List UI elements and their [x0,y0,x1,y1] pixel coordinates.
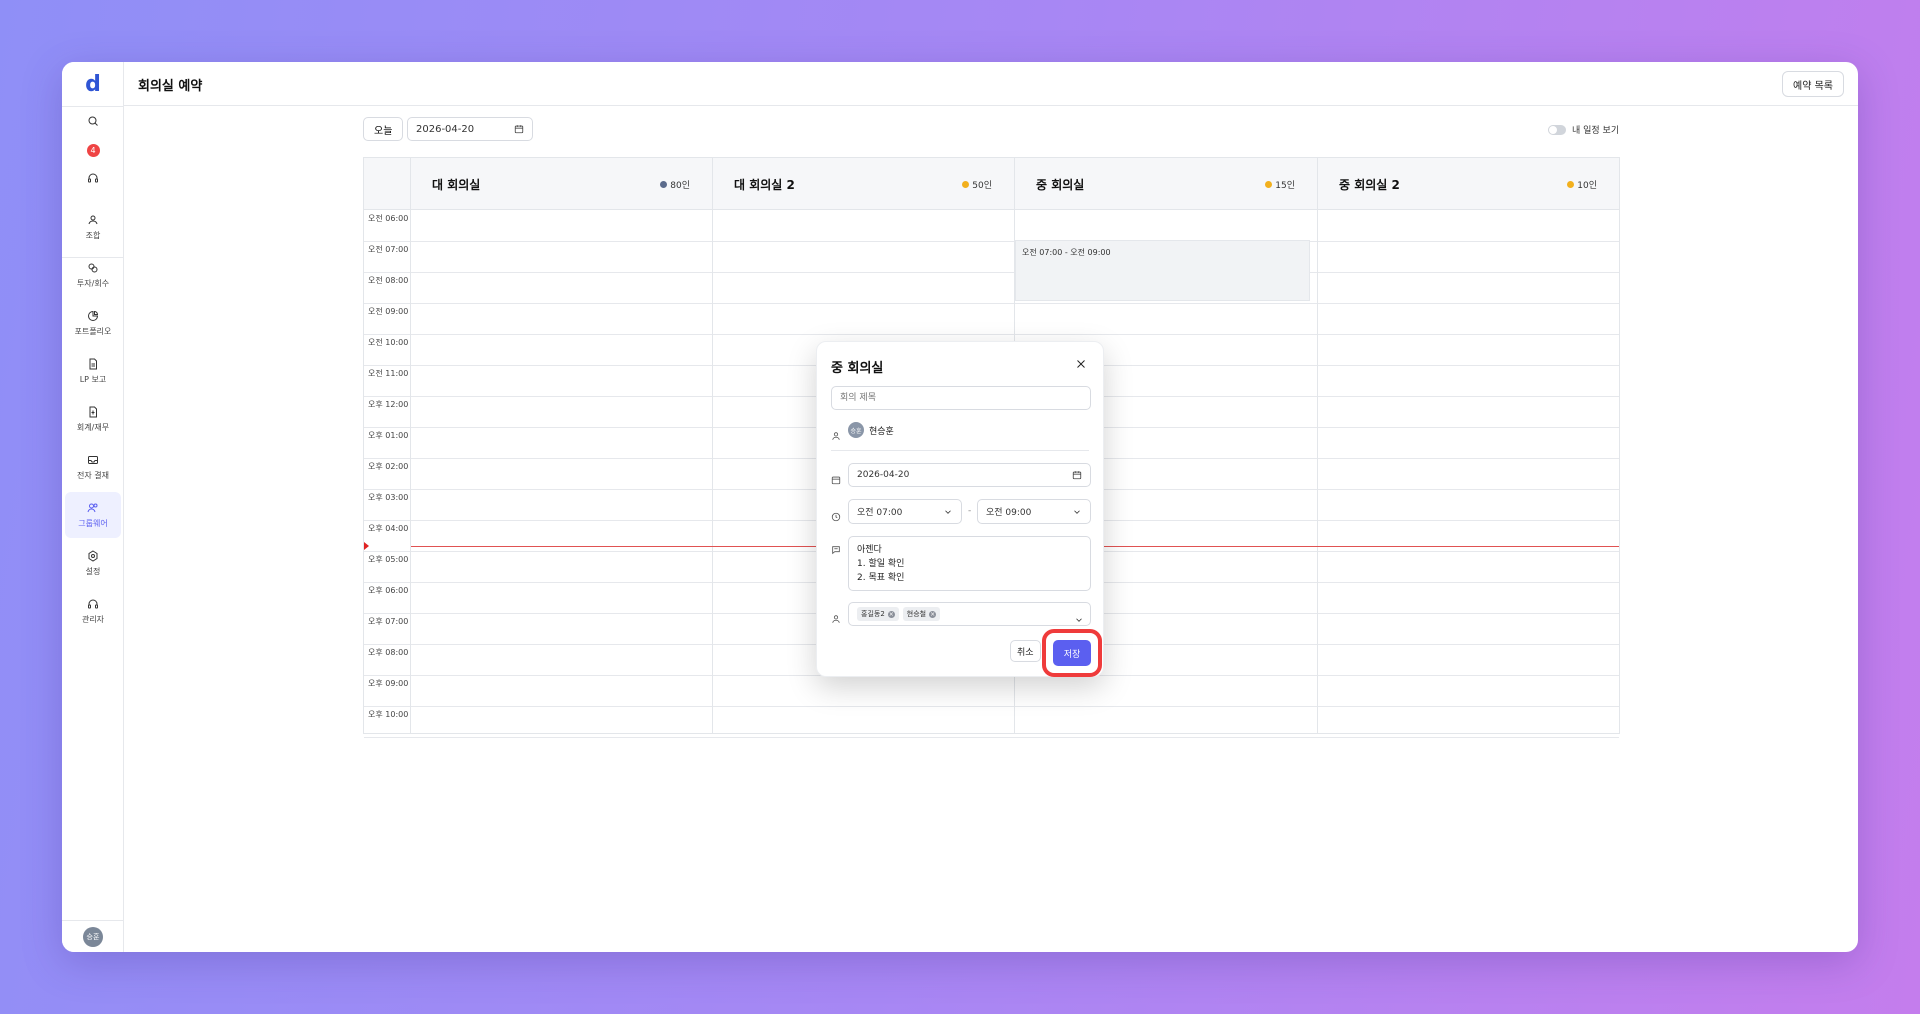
time-label: 오전 11:00 [368,369,409,378]
current-time-marker [364,542,369,550]
attendees-select[interactable]: 홍길동2 × 현승철 × [848,602,1091,626]
meeting-title-input[interactable] [831,386,1091,410]
approval-icon [88,455,98,464]
organizer-name: 현승훈 [869,426,894,437]
user-icon [831,426,841,440]
time-label: 오후 10:00 [368,710,409,719]
sidebar-item-portfolio[interactable]: 포트폴리오 [65,300,121,346]
save-highlight: 저장 [1042,629,1102,677]
capacity-badge: 50인 [962,178,992,191]
divider [831,450,1089,451]
sidebar-item-approval[interactable]: 전자 결재 [65,444,121,490]
date-picker[interactable]: 2026-04-20 [407,117,533,141]
time-label: 오전 06:00 [368,214,409,223]
calendar-icon [514,125,524,134]
sidebar-item-invest[interactable]: 투자/회수 [65,252,121,298]
time-row-divider [364,303,1619,304]
room-header: 중 회의실 2 10인 [1317,158,1619,210]
attendee-chip: 홍길동2 × [857,607,899,621]
cancel-button[interactable]: 취소 [1010,640,1041,662]
capacity-badge: 15인 [1265,178,1295,191]
sidebar-item-accounting[interactable]: 회계/재무 [65,396,121,442]
chevron-down-icon [1074,509,1080,514]
calendar-icon [831,470,841,485]
time-label: 오후 03:00 [368,493,409,502]
remove-icon[interactable]: × [929,610,937,618]
page-title: 회의실 예약 [138,79,203,94]
time-column-header [364,158,410,210]
my-schedule-toggle[interactable]: 내 일정 보기 [1548,123,1619,136]
time-separator: - [968,506,972,516]
my-schedule-label: 내 일정 보기 [1572,126,1620,136]
room-header: 중 회의실 15인 [1014,158,1317,210]
chevron-down-icon [945,509,951,514]
time-label: 오전 08:00 [368,276,409,285]
app-logo[interactable]: d [62,62,124,106]
sidebar-item-lp-report[interactable]: LP 보고 [65,348,121,394]
remove-icon[interactable]: × [887,610,895,618]
save-button[interactable]: 저장 [1053,640,1091,666]
reservation-block[interactable]: 오전 07:00 - 오전 09:00 [1015,240,1310,301]
close-icon[interactable] [1073,356,1089,372]
reservation-dialog: 중 회의실 승훈 현승훈 2026-04-20 오전 07:00 - 오전 09… [816,341,1104,677]
dialog-title: 중 회의실 [831,361,884,376]
chevron-down-icon[interactable] [1074,610,1084,622]
time-row-divider [364,241,1619,242]
organizer: 승훈 현승훈 [848,422,894,438]
sidebar: d 4 조합 투자/회수 포트폴리오 LP 보고 회계/재무 전자 결재 그룹웨… [62,62,124,952]
sidebar-item-groupware[interactable]: 그룹웨어 [65,492,121,538]
sidebar-item-group[interactable]: 조합 [65,204,121,250]
today-button[interactable]: 오늘 [363,117,404,141]
time-row-divider [364,706,1619,707]
room-header: 대 회의실 2 50인 [712,158,1014,210]
attendee-chip: 현승철 × [902,607,941,621]
time-label: 오후 12:00 [368,400,409,409]
agenda-textarea[interactable]: 아젠다 1. 할일 확인 2. 목표 확인 [848,536,1091,591]
date-value: 2026-04-20 [416,123,475,135]
time-row-divider [364,737,1619,738]
time-label: 오전 09:00 [368,307,409,316]
end-time-select[interactable]: 오전 09:00 [977,499,1091,524]
search-icon[interactable] [62,115,124,127]
time-row-divider [364,334,1619,335]
time-label: 오후 04:00 [368,524,409,533]
room-header: 대 회의실 80인 [410,158,712,210]
comment-icon [831,540,841,555]
avatar: 승훈 [848,422,864,438]
time-label: 오후 05:00 [368,555,409,564]
user-icon [831,609,841,623]
time-label: 오후 01:00 [368,431,409,440]
time-label: 오후 09:00 [368,679,409,688]
accounting-icon [89,406,97,417]
meeting-date-picker[interactable]: 2026-04-20 [848,463,1091,487]
sidebar-item-settings[interactable]: 설정 [65,540,121,586]
capacity-badge: 80인 [660,178,690,191]
invest-icon [88,263,98,272]
toggle-switch[interactable] [1548,124,1566,135]
time-row-divider [364,272,1619,273]
time-label: 오전 07:00 [368,245,409,254]
time-label: 오후 06:00 [368,586,409,595]
admin-icon [88,599,98,608]
time-label: 오후 08:00 [368,648,409,657]
group-icon [88,215,98,224]
start-time-select[interactable]: 오전 07:00 [848,499,962,524]
sidebar-user: 승훈 [62,920,124,952]
settings-icon [88,549,98,562]
time-label: 오후 02:00 [368,462,409,471]
groupware-icon [87,503,98,512]
time-label: 오후 07:00 [368,617,409,626]
time-label: 오전 10:00 [368,338,409,347]
sidebar-item-admin[interactable]: 관리자 [65,588,121,634]
avatar[interactable]: 승훈 [83,926,103,947]
headset-icon[interactable] [62,172,124,184]
calendar-icon [1072,471,1082,480]
reservation-list-button[interactable]: 예약 목록 [1782,71,1844,97]
document-icon [89,358,97,369]
capacity-badge: 10인 [1567,178,1597,191]
notification-badge[interactable]: 4 [62,144,124,157]
portfolio-icon [88,310,99,321]
clock-icon [831,507,841,522]
page-header: 회의실 예약 예약 목록 [124,62,1858,106]
